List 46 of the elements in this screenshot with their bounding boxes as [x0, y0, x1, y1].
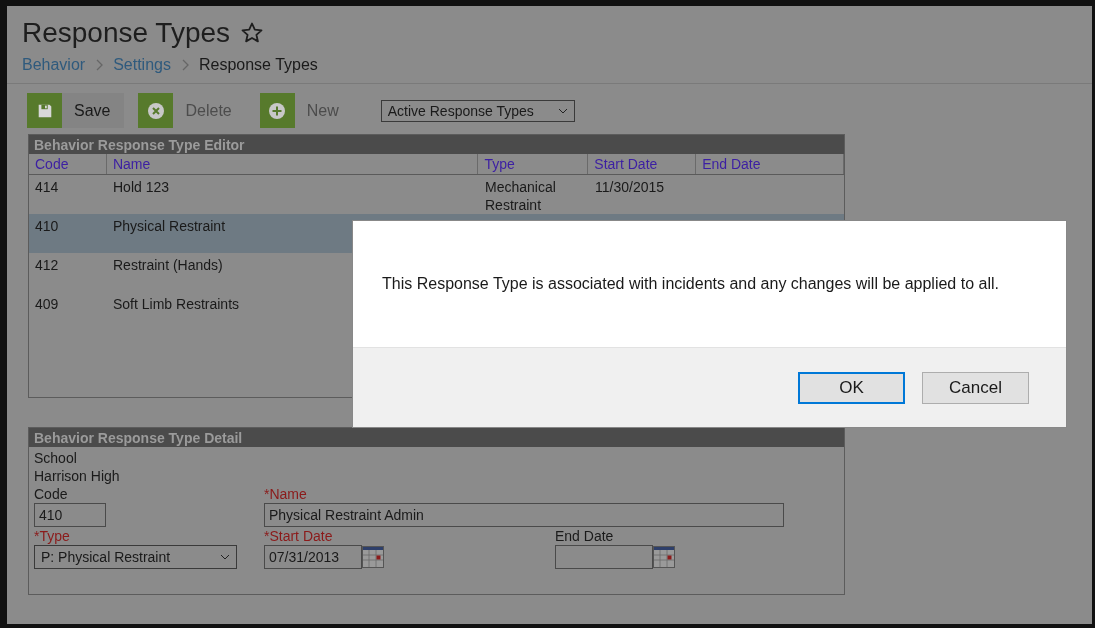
calendar-icon[interactable]: [653, 546, 675, 568]
filter-dropdown[interactable]: Active Response Types: [380, 99, 575, 122]
table-cell: 409: [35, 296, 59, 312]
save-button[interactable]: Save: [27, 93, 125, 128]
plus-icon: [267, 100, 288, 121]
column-header[interactable]: Start Date: [588, 154, 697, 174]
star-icon[interactable]: [240, 21, 265, 45]
code-field[interactable]: 410: [34, 503, 106, 527]
end-date-field[interactable]: [555, 545, 653, 569]
panel-title: Behavior Response Type Detail: [29, 428, 844, 447]
table-cell: 410: [35, 218, 59, 234]
field-label: Code: [34, 485, 69, 503]
chevron-icon: [95, 59, 104, 71]
cancel-button[interactable]: Cancel: [922, 371, 1029, 404]
table-cell: Hold 123: [113, 179, 170, 195]
type-dropdown[interactable]: P: Physical Restraint: [34, 545, 237, 569]
close-icon: [145, 100, 166, 121]
chevron-icon: [180, 59, 189, 71]
school-name: Harrison High: [34, 467, 121, 485]
caret-icon: [220, 554, 230, 560]
panel-title: Behavior Response Type Editor: [29, 135, 844, 154]
column-header[interactable]: Type: [478, 154, 589, 174]
page-title: Response Types: [22, 17, 231, 49]
table-cell: 11/30/2015: [595, 179, 665, 195]
table-cell: 412: [35, 257, 59, 273]
column-header[interactable]: Code: [29, 154, 107, 174]
field-label: End Date: [555, 527, 615, 545]
field-label: *Type: [34, 527, 71, 545]
ok-button[interactable]: OK: [798, 371, 905, 404]
table-cell: 414: [35, 179, 59, 195]
breadcrumb-current: Response Types: [198, 56, 318, 74]
calendar-icon[interactable]: [362, 546, 384, 568]
column-header[interactable]: End Date: [696, 154, 844, 174]
column-header[interactable]: Name: [106, 154, 479, 174]
field-label: *Name: [264, 485, 308, 503]
table-row[interactable]: 414 Hold 123 Mechanical Restraint 11/30/2015: [29, 175, 844, 214]
field-label: School: [34, 449, 78, 467]
name-field[interactable]: Physical Restraint Admin: [264, 503, 784, 527]
dialog-message: This Response Type is associated with incidents and any changes will be applied to all.: [381, 274, 1000, 294]
field-label: *Start Date: [264, 527, 334, 545]
table-cell: Soft Limb Restraints: [113, 296, 240, 312]
table-cell: Restraint (Hands): [113, 257, 223, 273]
start-date-field[interactable]: 07/31/2013: [264, 545, 362, 569]
caret-icon: [557, 107, 568, 114]
table-cell: Mechanical Restraint: [485, 179, 556, 213]
table-cell: Physical Restraint: [113, 218, 226, 234]
